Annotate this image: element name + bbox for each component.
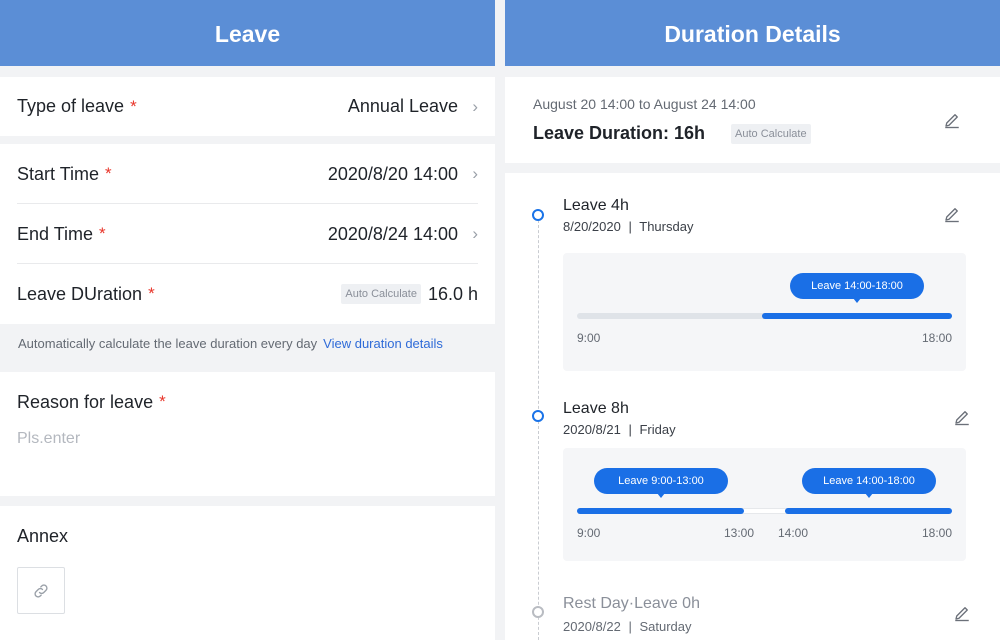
total-duration-text: Leave Duration: 16h [533,123,706,143]
details-title: Duration Details [664,21,841,47]
timeline-dot [532,209,544,221]
timeline-line [538,215,539,640]
hint-text: Automatically calculate the leave durati… [18,336,318,351]
day-bar-chart: Leave 9:00-13:00 Leave 14:00-18:00 9:00 … [563,448,966,561]
annex-label: Annex [17,525,69,546]
end-time-value: 2020/8/24 14:00 [327,223,458,244]
chevron-right-icon: › [472,164,478,183]
pencil-icon[interactable] [953,408,971,426]
day-title: Leave 8h [563,400,629,417]
day-date: 2020/8/21 | Friday [563,422,676,437]
day-date: 2020/8/22 | Saturday [563,619,692,634]
date-range: August 20 14:00 to August 24 14:00 [533,96,756,112]
weekday-text: Thursday [639,219,694,234]
auto-calculate-badge: Auto Calculate [731,123,811,144]
annex-card: Annex [0,506,495,640]
pencil-icon[interactable] [943,111,961,129]
weekday-text: Friday [639,422,676,437]
required-mark: * [159,392,166,411]
chevron-right-icon: › [472,96,478,116]
timeline-dot [532,606,544,618]
leave-type-card: Type of leave * Annual Leave › [0,77,495,136]
day-date: 8/20/2020 | Thursday [563,219,693,234]
leave-segment-label: Leave 14:00-18:00 [790,273,924,303]
chevron-right-icon: › [472,224,478,243]
leave-segment-label: Leave 9:00-13:00 [594,468,728,498]
total-duration: Leave Duration: 16h Auto Calculate [533,123,811,144]
duration-value: 16.0 h [427,283,478,304]
tick-label: 13:00 [724,526,755,540]
leave-type-value: Annual Leave [347,96,458,116]
reason-label: Reason for leave [17,391,154,412]
timeline-dot [532,410,544,422]
date-text: 2020/8/22 [563,619,621,634]
end-time-row[interactable]: End Time * 2020/8/24 14:00 › [17,204,478,264]
duration-hint: Automatically calculate the leave durati… [0,324,495,370]
required-mark: * [130,96,137,116]
leave-type-label: Type of leave [17,96,125,116]
tick-label: 14:00 [778,526,809,540]
leave-header: Leave [0,0,495,66]
duration-details-panel: Duration Details August 20 14:00 to Augu… [505,0,1000,640]
auto-calculate-badge: Auto Calculate [341,284,421,304]
link-icon [34,583,48,598]
separator: | [628,219,632,234]
start-time-value: 2020/8/20 14:00 [327,163,458,184]
required-mark: * [105,164,112,183]
reason-input[interactable]: Pls.enter [17,430,80,448]
reason-row: Reason for leave * [17,372,478,432]
leave-segment [577,508,744,514]
page-title: Leave [214,21,281,47]
leave-segment [762,313,952,319]
leave-type-row[interactable]: Type of leave * Annual Leave › [17,77,478,136]
pencil-icon[interactable] [943,205,961,223]
date-text: 8/20/2020 [563,219,621,234]
add-attachment-button[interactable] [17,567,65,614]
date-text: 2020/8/21 [563,422,621,437]
day-title: Rest Day·Leave 0h [563,595,700,612]
day-bar-chart: Leave 14:00-18:00 9:00 18:00 [563,253,966,371]
annex-row: Annex [17,506,478,566]
duration-label: Leave DUration [17,283,143,304]
tick-label: 18:00 [921,526,952,540]
separator: | [628,619,632,634]
tick-label: 9:00 [577,526,601,540]
leave-segment-label: Leave 14:00-18:00 [802,468,936,498]
separator: | [628,422,632,437]
required-mark: * [99,224,106,243]
required-mark: * [148,284,155,303]
leave-form-panel: Leave Type of leave * Annual Leave › Sta… [0,0,495,640]
time-card: Start Time * 2020/8/20 14:00 › End Time … [0,144,495,324]
reason-card: Reason for leave * Pls.enter [0,372,495,496]
view-duration-details-link[interactable]: View duration details [323,336,443,351]
leave-segment [785,508,952,514]
start-time-row[interactable]: Start Time * 2020/8/20 14:00 › [17,144,478,204]
duration-row: Leave DUration * Auto Calculate 16.0 h [17,264,478,324]
duration-summary: August 20 14:00 to August 24 14:00 Leave… [505,77,1000,163]
tick-label: 9:00 [577,331,601,345]
details-header: Duration Details [505,0,1000,66]
day-timeline: Leave 4h 8/20/2020 | Thursday Leave 14:0… [505,173,1000,640]
weekday-text: Saturday [639,619,692,634]
pencil-icon[interactable] [953,604,971,622]
tick-label: 18:00 [921,331,952,345]
day-title: Leave 4h [563,197,629,214]
end-time-label: End Time [17,223,94,244]
start-time-label: Start Time [17,163,100,184]
